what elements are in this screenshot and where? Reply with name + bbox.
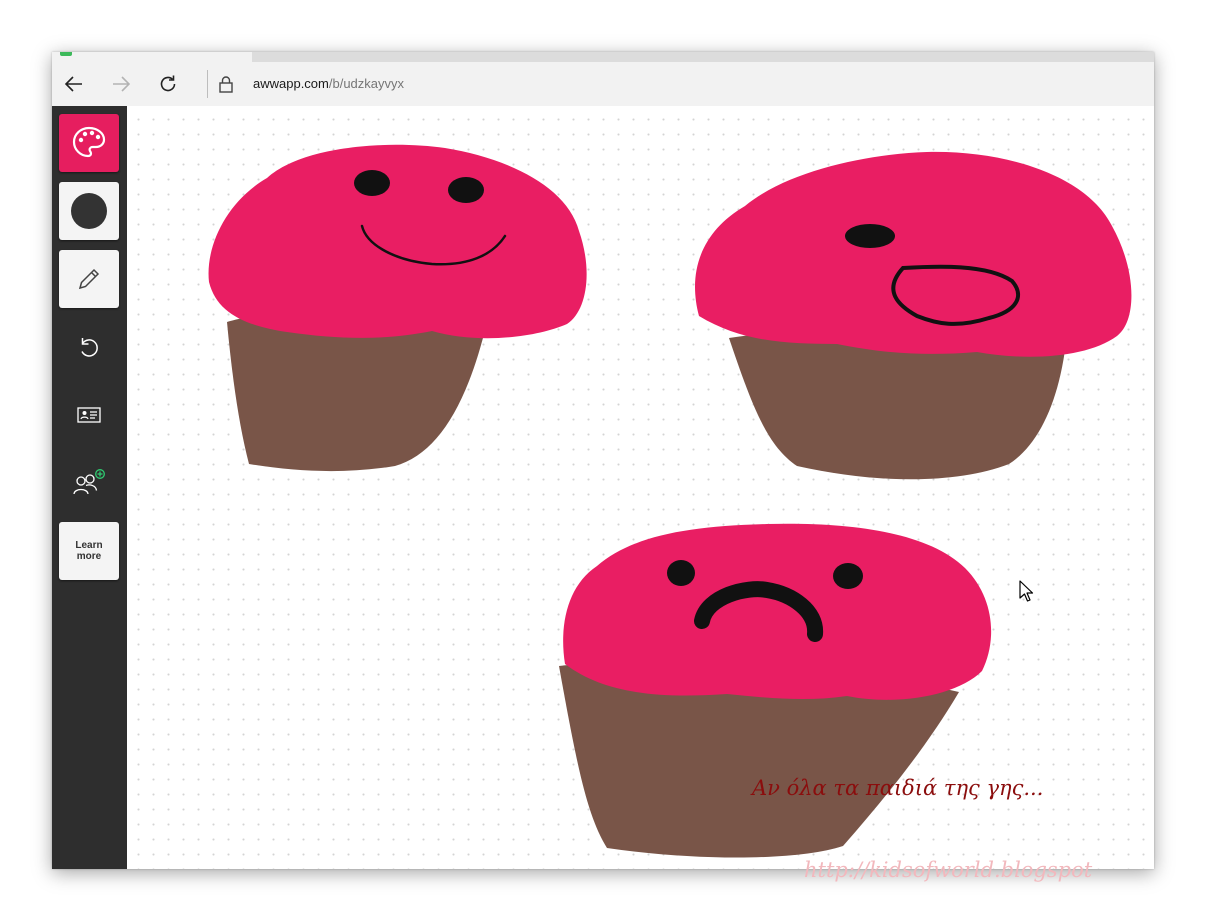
back-arrow-icon[interactable] <box>60 70 88 98</box>
refresh-icon[interactable] <box>154 70 182 98</box>
address-bar: awwapp.com/b/udzkayvyx <box>52 62 1154 106</box>
cupcake-eye <box>833 563 863 589</box>
url-domain: awwapp.com <box>253 76 329 91</box>
browser-window: awwapp.com/b/udzkayvyx Learn more <box>52 52 1154 869</box>
board-info-button[interactable] <box>59 386 119 444</box>
toolbar-sidebar: Learn more <box>52 106 127 869</box>
watermark-caption: Αν όλα τα παιδιά της γης... <box>752 776 1044 800</box>
active-tab[interactable] <box>52 52 252 62</box>
brush-size-button[interactable] <box>59 182 119 240</box>
circle-icon <box>71 193 107 229</box>
tab-strip <box>52 52 1154 62</box>
cupcake-eye <box>354 170 390 196</box>
mouse-cursor-icon <box>1019 580 1034 602</box>
invite-users-button[interactable] <box>59 454 119 512</box>
cupcake-frosting <box>563 523 992 700</box>
palette-button[interactable] <box>59 114 119 172</box>
drawing-canvas[interactable] <box>127 106 1154 869</box>
cupcake-happy <box>208 144 587 472</box>
cupcake-surprised <box>695 151 1132 480</box>
cupcake-sad <box>559 523 992 858</box>
watermark-url: http://kidsofworld.blogspot <box>804 858 1093 882</box>
add-users-icon <box>73 469 105 495</box>
cupcake-eye <box>448 177 484 203</box>
pencil-button[interactable] <box>59 250 119 308</box>
palette-icon <box>72 126 106 158</box>
undo-icon <box>81 338 98 357</box>
cupcake-frosting <box>208 144 587 339</box>
cupcake-eye <box>667 560 695 586</box>
app-content: Learn more <box>52 106 1154 869</box>
cupcake-frosting <box>695 151 1132 357</box>
url-path: /b/udzkayvyx <box>328 76 405 91</box>
id-card-icon <box>77 407 101 423</box>
undo-button[interactable] <box>59 318 119 376</box>
favicon <box>60 52 72 56</box>
address-divider <box>207 70 208 98</box>
learn-more-button[interactable]: Learn more <box>59 522 119 580</box>
pencil-icon <box>78 268 100 290</box>
forward-arrow-icon[interactable] <box>107 70 135 98</box>
learn-more-label: Learn more <box>75 540 103 562</box>
url-field[interactable]: awwapp.com/b/udzkayvyx <box>253 76 404 91</box>
drawing-layer <box>208 144 1132 858</box>
cupcake-eye <box>845 224 895 248</box>
lock-icon <box>216 74 236 94</box>
